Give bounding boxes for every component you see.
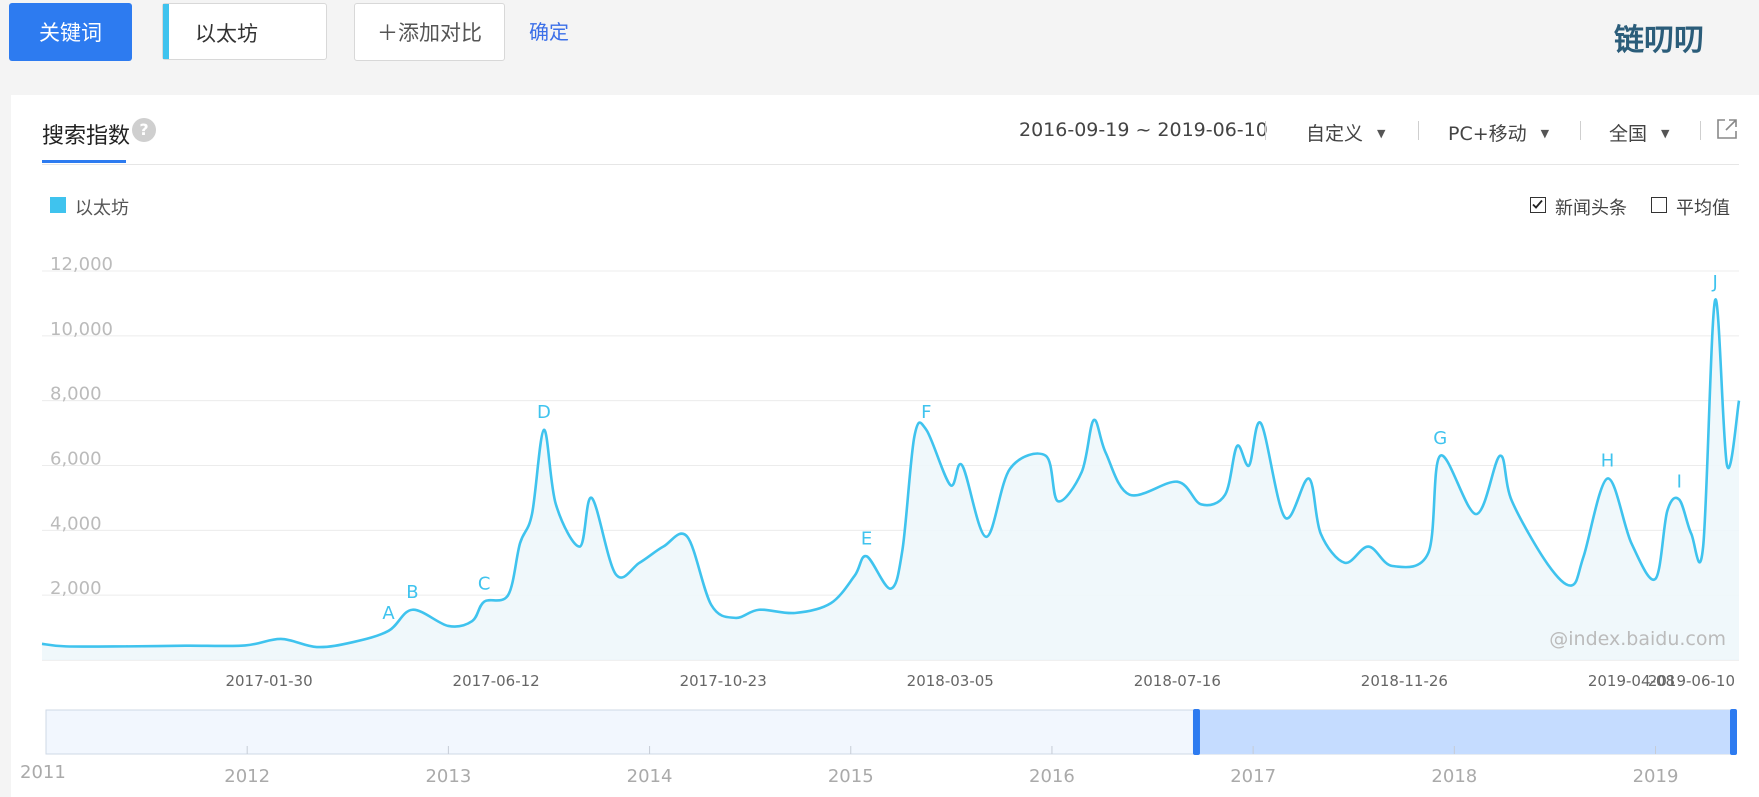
overview-year-label: 2018	[1431, 766, 1477, 787]
annotation-label: I	[1677, 472, 1682, 493]
overview-navigator[interactable]: 2011 2012 2013 2014 2015 2016 2017 2018 2019	[20, 709, 1737, 787]
x-tick-label: 2019-06-10	[1648, 672, 1735, 690]
annotation-label: A	[382, 603, 395, 624]
overview-year-label: 2015	[828, 766, 874, 787]
y-tick-label: 12,000	[50, 254, 113, 275]
annotation-label: G	[1433, 428, 1447, 449]
y-tick-label: 6,000	[50, 449, 102, 470]
overview-year-label: 2011	[20, 762, 66, 783]
overview-handle	[1730, 709, 1737, 755]
x-tick-label: 2017-01-30	[225, 672, 312, 690]
overview-year-label: 2016	[1029, 766, 1075, 787]
overview-year-label: 2013	[425, 766, 471, 787]
y-tick-label: 4,000	[50, 513, 102, 534]
x-axis: 2017-01-30 2017-06-12 2017-10-23 2018-03-05…	[225, 672, 1735, 690]
overview-year-label: 2017	[1230, 766, 1276, 787]
x-tick-label: 2017-10-23	[680, 672, 767, 690]
y-tick-label: 10,000	[50, 319, 113, 340]
y-tick-label: 8,000	[50, 384, 102, 405]
x-tick-label: 2018-11-26	[1361, 672, 1448, 690]
annotation-label: J	[1711, 272, 1717, 293]
overview-year-label: 2012	[224, 766, 270, 787]
annotation-label: H	[1601, 450, 1615, 471]
overview-year-label: 2014	[627, 766, 673, 787]
search-index-chart: 2,000 4,000 6,000 8,000 10,000 12,000 AB C D E F G…	[20, 254, 1741, 787]
annotation-label: F	[921, 402, 931, 423]
overview-handle	[1192, 709, 1200, 755]
y-axis: 2,000 4,000 6,000 8,000 10,000 12,000	[50, 254, 113, 599]
x-tick-label: 2017-06-12	[453, 672, 540, 690]
x-tick-label: 2018-07-16	[1134, 672, 1221, 690]
overview-selection	[1195, 710, 1736, 754]
series-fill	[42, 299, 1739, 660]
series-area	[42, 299, 1739, 660]
y-tick-label: 2,000	[50, 578, 102, 599]
overview-year-label: 2019	[1633, 766, 1679, 787]
annotation-label: B	[406, 582, 418, 603]
annotation-label: D	[537, 402, 551, 423]
annotation-label: E	[861, 528, 872, 549]
watermark: @index.baidu.com	[1549, 628, 1726, 650]
x-tick-label: 2018-03-05	[907, 672, 994, 690]
annotation-label: C	[478, 574, 491, 595]
